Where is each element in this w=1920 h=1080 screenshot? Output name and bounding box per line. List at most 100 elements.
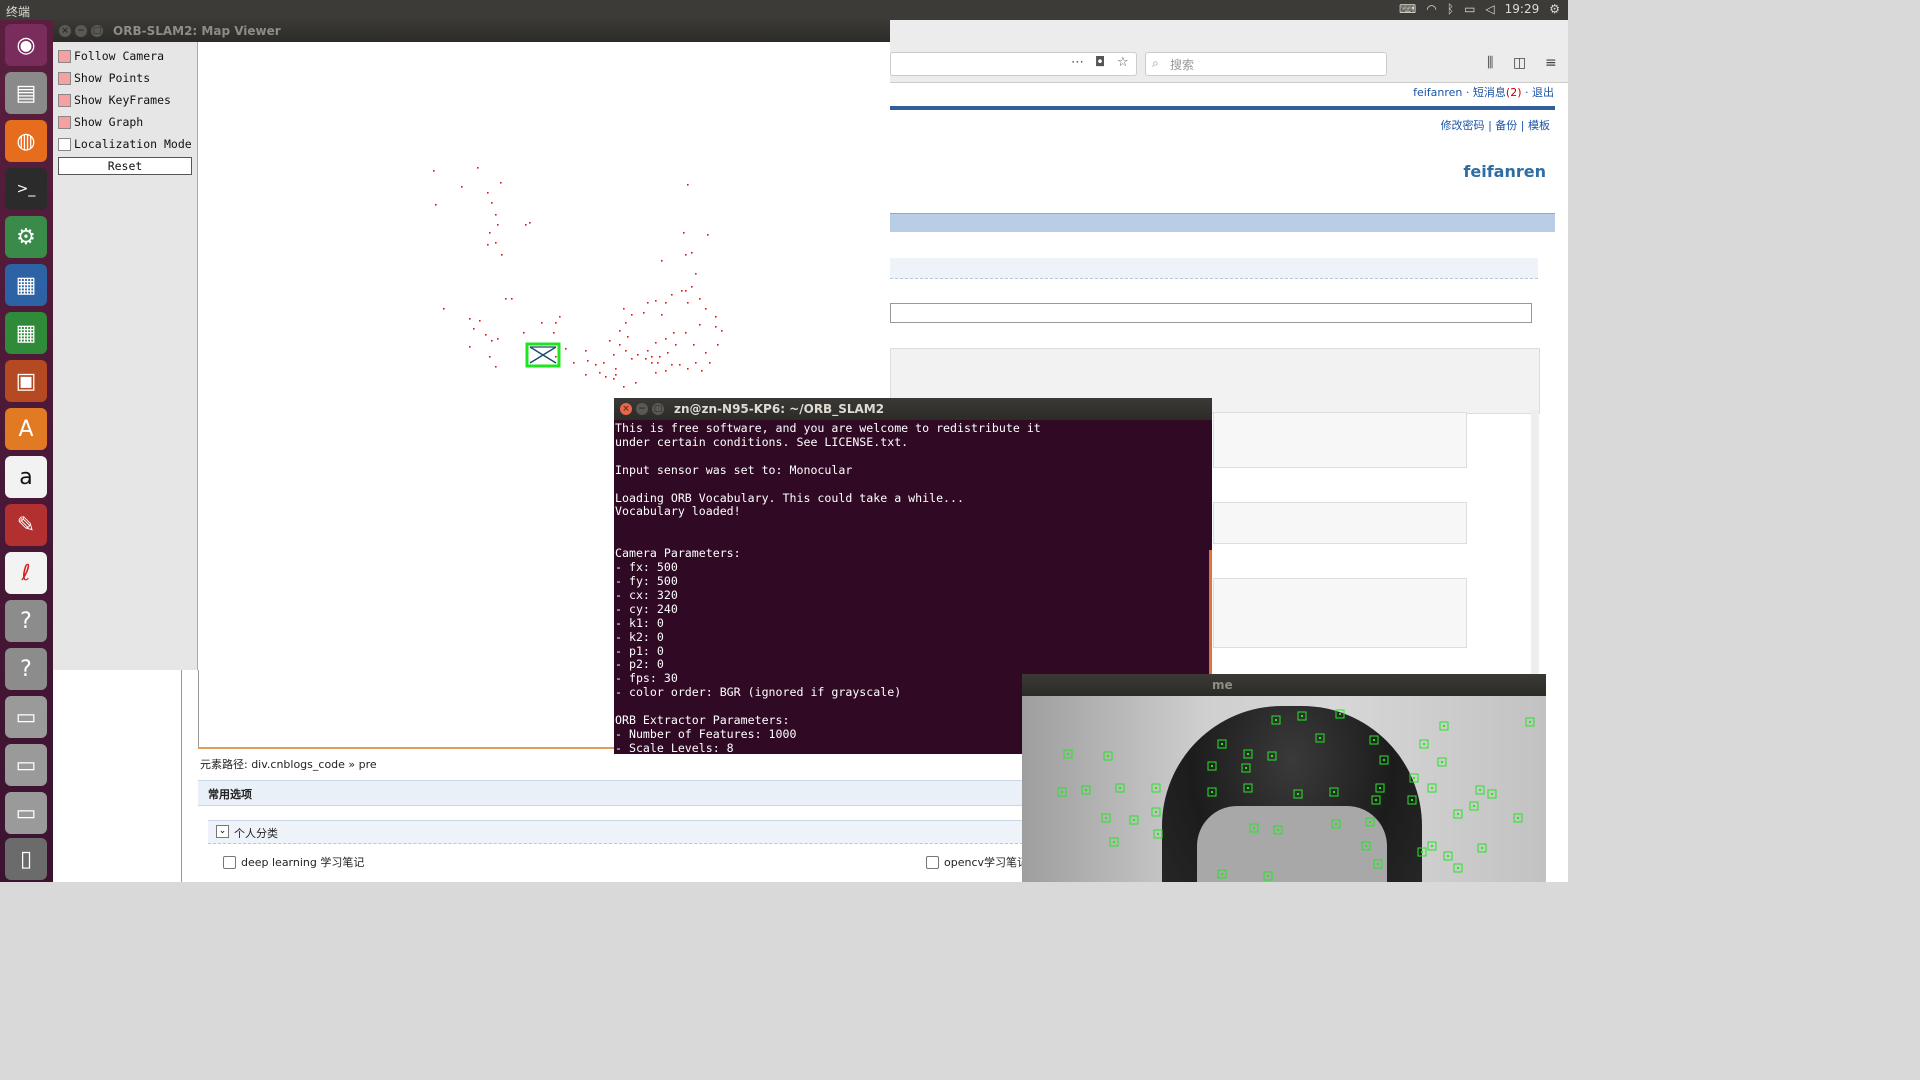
bluetooth-icon[interactable]: ᛒ: [1447, 2, 1454, 16]
blog-brand[interactable]: feifanren: [1463, 162, 1546, 181]
localization-mode-option[interactable]: Localization Mode: [58, 137, 192, 151]
backup-link[interactable]: 备份: [1495, 119, 1517, 132]
map-point: [491, 202, 493, 204]
star-icon[interactable]: ☆: [1117, 55, 1129, 70]
search-placeholder: 搜索: [1170, 58, 1195, 72]
template-link[interactable]: 模板: [1528, 119, 1550, 132]
show-graph-option[interactable]: Show Graph: [58, 115, 143, 129]
checkbox-icon[interactable]: [926, 855, 939, 869]
expand-icon[interactable]: ⌄: [216, 825, 229, 838]
wifi-icon[interactable]: ◠: [1426, 2, 1436, 16]
checkbox-icon[interactable]: [58, 71, 71, 85]
map-point: [695, 362, 697, 364]
checkbox-icon[interactable]: [58, 93, 71, 107]
show-points-option[interactable]: Show Points: [58, 71, 150, 85]
menu-icon[interactable]: ≡: [1545, 55, 1557, 71]
terminal-titlebar[interactable]: × − □ zn@zn-N95-KP6: ~/ORB_SLAM2: [614, 398, 1212, 420]
settings-icon[interactable]: ⚙: [5, 216, 47, 258]
map-point: [525, 224, 527, 226]
common-options-bar[interactable]: 常用选项: [198, 780, 1028, 806]
map-point: [489, 356, 491, 358]
feature-point: [1243, 783, 1253, 793]
minimize-icon[interactable]: −: [636, 403, 648, 415]
terminal-icon[interactable]: >_: [5, 168, 47, 210]
close-icon[interactable]: ×: [59, 25, 71, 37]
map-point: [473, 328, 475, 330]
ubuntu-icon[interactable]: ◉: [5, 24, 47, 66]
category-checkbox[interactable]: deep learning 学习笔记: [223, 854, 364, 870]
drive-icon[interactable]: ▭: [5, 744, 47, 786]
map-point: [461, 186, 463, 188]
title-input[interactable]: [890, 303, 1532, 323]
change-password-link[interactable]: 修改密码: [1441, 119, 1485, 132]
feature-point: [1453, 863, 1463, 873]
software-center-icon[interactable]: A: [5, 408, 47, 450]
files-icon[interactable]: ▤: [5, 72, 47, 114]
map-point: [511, 298, 513, 300]
clock[interactable]: 19:29: [1505, 2, 1540, 16]
map-point: [695, 273, 697, 275]
firefox-icon[interactable]: ◍: [5, 120, 47, 162]
feature-point: [1453, 809, 1463, 819]
help-icon[interactable]: ?: [5, 600, 47, 642]
gear-icon[interactable]: ⚙: [1549, 2, 1560, 16]
maximize-icon[interactable]: □: [652, 403, 664, 415]
map-point: [495, 366, 497, 368]
calc-icon[interactable]: ▦: [5, 312, 47, 354]
checkbox-icon[interactable]: [58, 115, 71, 129]
library-icon[interactable]: ⫼: [1487, 55, 1493, 71]
more-icon[interactable]: ⋯: [1071, 55, 1084, 70]
map-point: [631, 358, 633, 360]
search-input[interactable]: ⌕ 搜索: [1145, 52, 1387, 76]
frame-viewer-titlebar[interactable]: me: [1022, 674, 1546, 696]
checkbox-icon[interactable]: [223, 855, 236, 869]
map-point: [701, 370, 703, 372]
personal-category-bar[interactable]: ⌄ 个人分类: [208, 820, 1028, 844]
show-keyframes-option[interactable]: Show KeyFrames: [58, 93, 171, 107]
pocket-icon[interactable]: ◘: [1095, 55, 1105, 70]
tools-icon[interactable]: ✎: [5, 504, 47, 546]
category-checkbox[interactable]: opencv学习笔记: [926, 854, 1028, 870]
map-point: [615, 374, 617, 376]
keyframe-marker: [525, 342, 561, 368]
map-point: [625, 322, 627, 324]
battery-icon[interactable]: ▭: [1464, 2, 1475, 16]
amazon-icon[interactable]: a: [5, 456, 47, 498]
drive-icon[interactable]: ▭: [5, 696, 47, 738]
feature-point: [1263, 871, 1273, 881]
reset-button[interactable]: Reset: [58, 157, 192, 175]
checkbox-icon[interactable]: [58, 49, 71, 63]
url-bar[interactable]: ⋯ ◘ ☆: [890, 52, 1137, 76]
feature-point: [1267, 751, 1277, 761]
drive-icon[interactable]: ▭: [5, 792, 47, 834]
feature-point: [1241, 763, 1251, 773]
trash-icon[interactable]: ▯: [5, 838, 47, 880]
user-link[interactable]: feifanren: [1413, 86, 1462, 99]
map-viewer-titlebar[interactable]: × − □ ORB-SLAM2: Map Viewer: [53, 20, 890, 42]
close-icon[interactable]: ×: [620, 403, 632, 415]
map-point: [435, 204, 437, 206]
reader-icon[interactable]: ℓ: [5, 552, 47, 594]
map-point: [717, 344, 719, 346]
map-point: [671, 294, 673, 296]
checkbox-icon[interactable]: [58, 137, 71, 151]
volume-icon[interactable]: ◁: [1485, 2, 1494, 16]
messages-link[interactable]: 短消息: [1473, 86, 1506, 99]
feature-point: [1293, 789, 1303, 799]
sidebar-icon[interactable]: ◫: [1513, 55, 1526, 71]
impress-icon[interactable]: ▣: [5, 360, 47, 402]
feature-point: [1439, 721, 1449, 731]
logout-link[interactable]: 退出: [1532, 86, 1554, 99]
feature-point: [1129, 815, 1139, 825]
map-point: [495, 242, 497, 244]
scrollbar[interactable]: [1531, 410, 1539, 680]
help-icon[interactable]: ?: [5, 648, 47, 690]
keyboard-icon[interactable]: ⌨: [1399, 2, 1416, 16]
maximize-icon[interactable]: □: [91, 25, 103, 37]
feature-point: [1365, 817, 1375, 827]
writer-icon[interactable]: ▦: [5, 264, 47, 306]
follow-camera-option[interactable]: Follow Camera: [58, 49, 164, 63]
window-title: ORB-SLAM2: Map Viewer: [113, 24, 281, 38]
map-point: [469, 346, 471, 348]
minimize-icon[interactable]: −: [75, 25, 87, 37]
